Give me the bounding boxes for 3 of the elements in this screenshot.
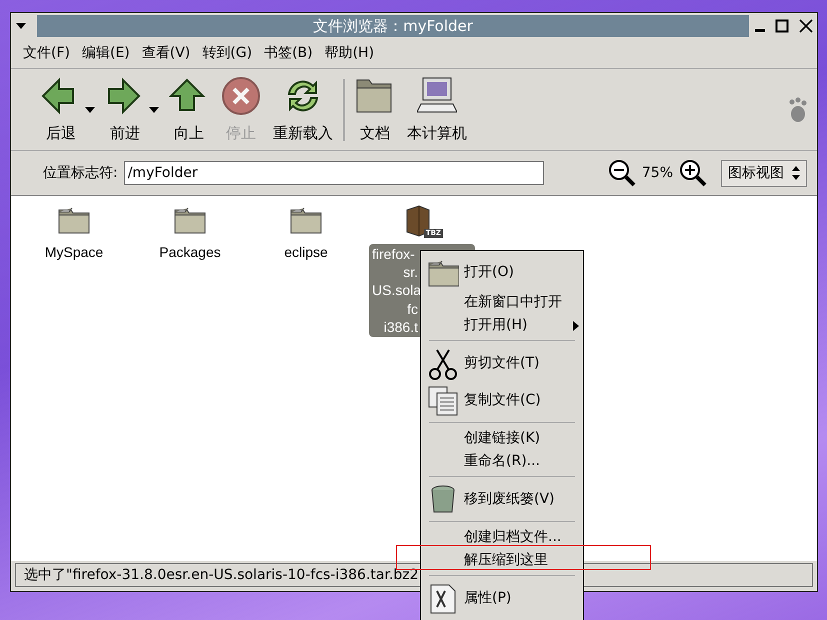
window-title: 文件浏览器：myFolder xyxy=(37,15,749,37)
zoom-level: 75% xyxy=(642,164,673,182)
location-label: 位置标志符: xyxy=(43,164,118,182)
